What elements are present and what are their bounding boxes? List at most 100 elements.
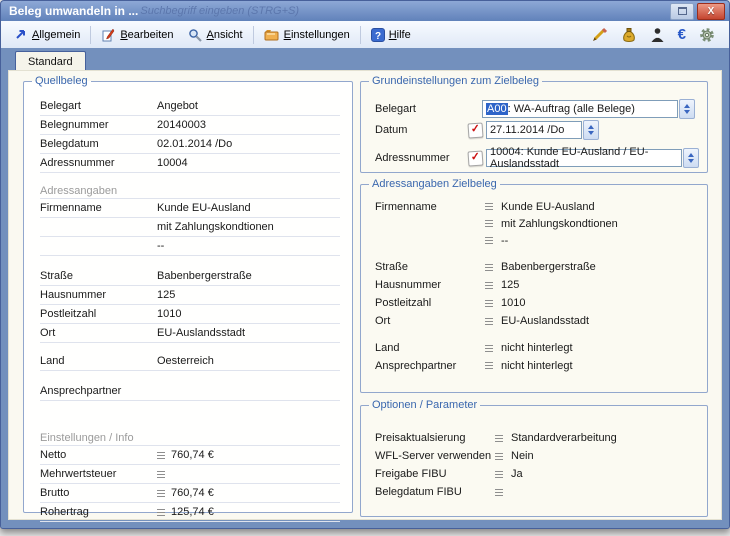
maximize-icon [678,7,687,15]
menu-allgemein-label: Allgemein [32,29,80,41]
close-button[interactable]: X [697,3,725,20]
adressnummer-field[interactable]: 10004: Kunde EU-Ausland / EU-Auslandssta… [486,149,682,167]
belegart-dropdown[interactable]: A00 : WA-Auftrag (alle Belege) [482,100,678,118]
money-bag-icon[interactable] [621,27,637,43]
field-value: Angebot [157,100,340,112]
row-ziel-postleitzahl: Postleitzahl 1010 [375,294,697,312]
row-belegnummer: Belegnummer20140003 [40,116,340,135]
field-label: Hausnummer [40,289,157,301]
field-label: Belegdatum [40,138,157,150]
lines-bullet-icon [485,220,493,227]
row-belegdatum-fibu: Belegdatum FIBU [375,483,697,501]
field-value: 1010 [501,297,525,309]
lines-bullet-icon [485,345,493,352]
menu-allgemein[interactable]: Allgemein [7,26,87,43]
spin-up-icon [684,104,690,108]
field-label: Straße [40,270,157,282]
euro-icon[interactable]: € [678,28,686,42]
row-ansprechpartner: Ansprechpartner [40,382,340,401]
field-value: EU-Auslandsstadt [157,327,340,339]
field-label: Freigabe FIBU [375,468,495,480]
field-label: Adressnummer [40,157,157,169]
lines-bullet-icon [157,452,165,459]
menu-bearbeiten[interactable]: Bearbeiten [94,26,180,44]
section-header-einstellungen-info: Einstellungen / Info [40,429,340,446]
row-freigabe-fibu: Freigabe FIBU Ja [375,465,697,483]
toolbar-separator [360,26,361,44]
tab-standard-label: Standard [28,56,73,68]
row-ziel-datum: Datum ✓ 27.11.2014 /Do [375,120,699,140]
datum-field[interactable]: 27.11.2014 /Do [486,121,582,139]
lines-bullet-icon [485,300,493,307]
window-title: Beleg umwandeln in ... [9,4,138,18]
person-icon[interactable] [650,27,665,43]
panel-quellbeleg: Quellbeleg BelegartAngebot Belegnummer20… [23,75,353,513]
field-label: Ort [40,327,157,339]
row-ziel-land: Landnicht hinterlegt [375,339,697,357]
lines-bullet-icon [485,264,493,271]
field-value: 10004 [157,157,340,169]
lines-bullet-icon [495,453,503,460]
field-value: Standardverarbeitung [511,432,617,444]
field-label: Postleitzahl [375,297,485,309]
lines-bullet-icon [485,282,493,289]
field-value: 760,74 € [171,449,214,461]
gear-icon[interactable] [699,27,715,43]
field-value: nicht hinterlegt [501,342,573,354]
tab-standard[interactable]: Standard [15,51,86,71]
row-belegart: BelegartAngebot [40,97,340,116]
spacer [40,256,340,267]
field-value: mit Zahlungskondtionen [157,221,340,233]
lines-bullet-icon [157,509,165,516]
adressnummer-spinner[interactable] [683,148,699,168]
row-ort: OrtEU-Auslandsstadt [40,324,340,343]
field-value: Babenbergerstraße [157,270,340,282]
row-ziel-firmenname: FirmennameKunde EU-Ausland [375,198,697,215]
row-brutto: Brutto760,74 € [40,484,340,503]
field-value: Ja [511,468,523,480]
folder-settings-icon [264,28,280,41]
spacer [375,330,697,339]
field-value: 02.01.2014 /Do [157,138,340,150]
field-label: Hausnummer [375,279,485,291]
panel-quellbeleg-title: Quellbeleg [32,75,91,87]
toolbar-separator [253,26,254,44]
row-netto: Netto760,74 € [40,446,340,465]
lines-bullet-icon [495,489,503,496]
menu-bearbeiten-label: Bearbeiten [120,29,173,41]
row-rohertrag: Rohertrag125,74 € [40,503,340,522]
dropdown-value: : WA-Auftrag (alle Belege) [508,103,635,115]
menu-einstellungen[interactable]: Einstellungen [257,26,357,43]
menu-hilfe[interactable]: ? Hilfe [364,26,418,44]
close-icon: X [708,6,715,17]
field-label: Belegart [375,103,468,115]
toolbar-right-icons: € [591,27,723,43]
belegart-spinner[interactable] [679,99,695,119]
zieladresse-rows: FirmennameKunde EU-Ausland mit Zahlungsk… [361,190,707,374]
panel-grundeinstellungen-title: Grundeinstellungen zum Zielbeleg [369,75,542,87]
toolbar: Allgemein Bearbeiten Ansicht Einstellung… [1,21,729,49]
pen-icon[interactable] [591,27,608,42]
field-value: Nein [511,450,534,462]
spin-down-icon [684,110,690,114]
tab-content: Quellbeleg BelegartAngebot Belegnummer20… [8,70,722,520]
toolbar-separator [90,26,91,44]
datum-check-icon[interactable]: ✓ [467,122,483,138]
adressnummer-check-icon[interactable]: ✓ [467,150,483,166]
spin-down-icon [588,131,594,135]
menu-ansicht[interactable]: Ansicht [181,26,250,44]
search-hint: Suchbegriff eingeben (STRG+S) [140,5,299,17]
maximize-button[interactable] [670,3,694,20]
row-ziel-ort: OrtEU-Auslandsstadt [375,312,697,330]
window-body: Standard Quellbeleg BelegartAngebot Bele… [1,48,729,528]
panel-zieladresse: Adressangaben Zielbeleg FirmennameKunde … [360,178,708,393]
datum-spinner[interactable] [583,120,599,140]
magnifier-icon [188,28,203,42]
field-value: 125 [157,289,340,301]
lines-bullet-icon [485,362,493,369]
field-label: Land [40,355,157,367]
edit-document-icon [101,28,116,42]
spacer [375,249,697,258]
field-label: Straße [375,261,485,273]
field-label: Datum [375,124,468,136]
